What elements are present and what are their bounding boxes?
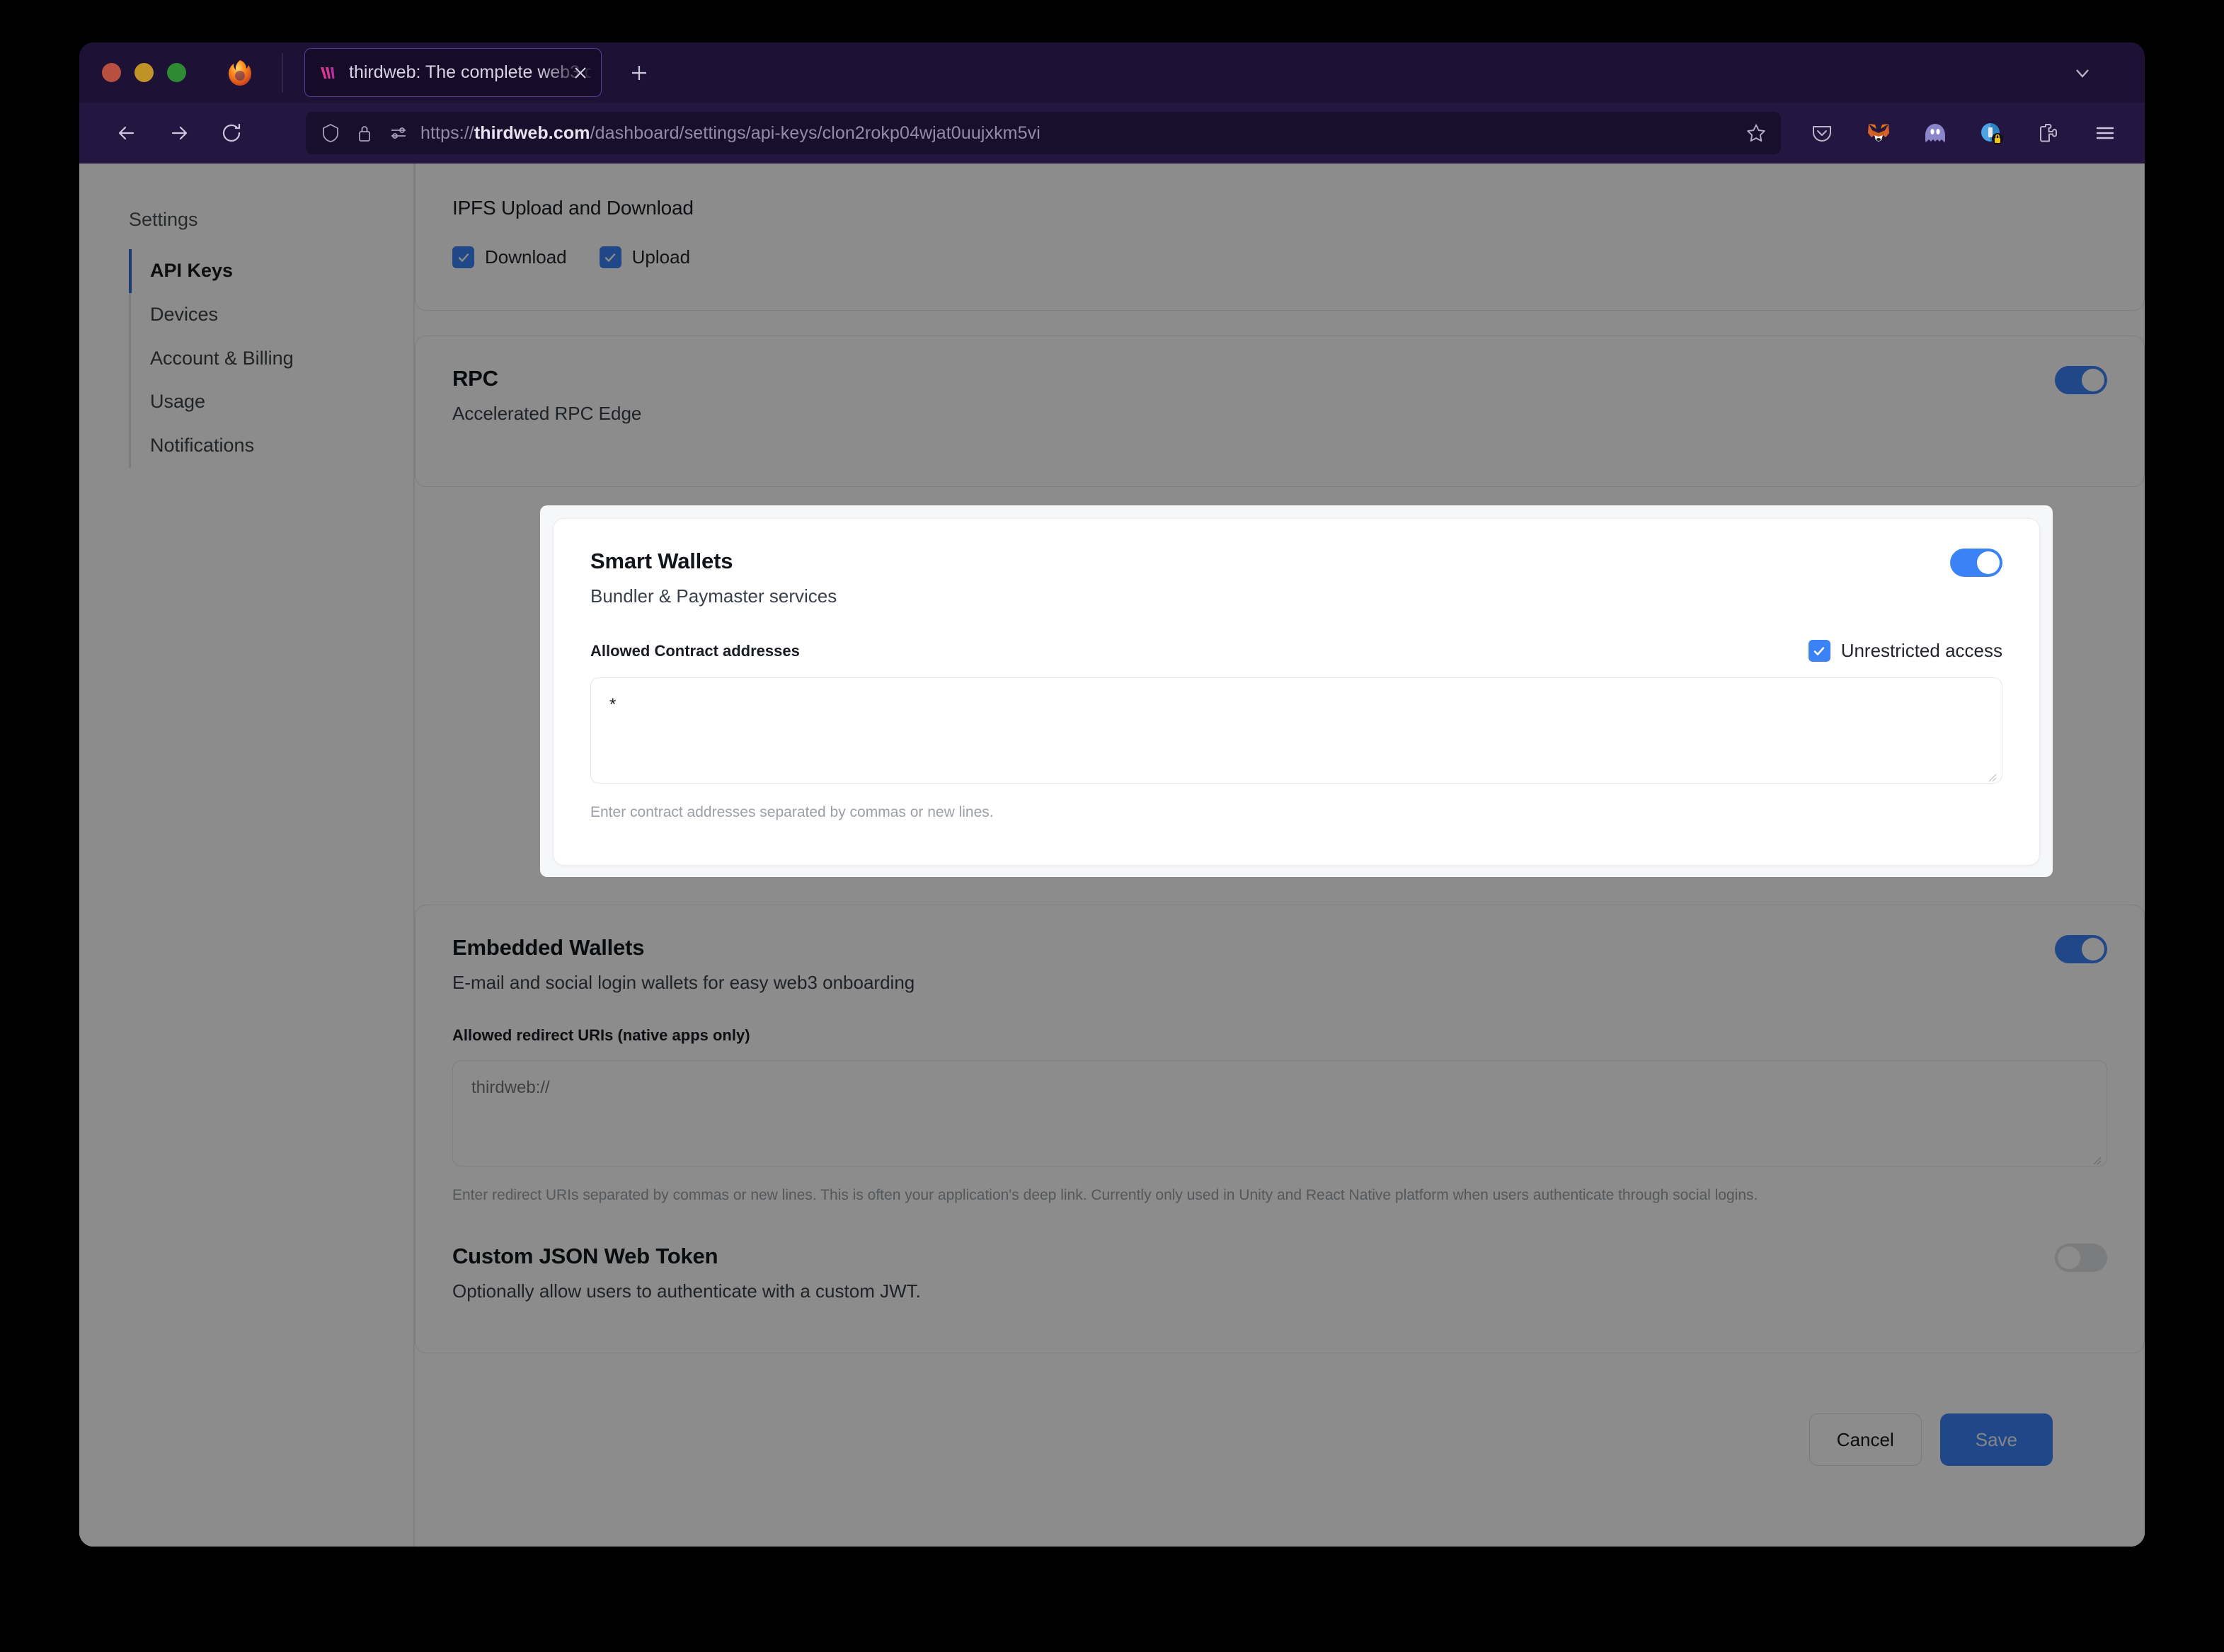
- toggle-knob: [2082, 938, 2104, 960]
- metamask-extension-icon[interactable]: [1863, 117, 1894, 149]
- toggle-knob: [1977, 551, 2000, 574]
- page-viewport: Settings API Keys Devices Account & Bill…: [79, 164, 2145, 1547]
- sidebar-item-label: Usage: [150, 391, 206, 413]
- browser-window: thirdweb: The complete web3 de https://t…: [79, 42, 2145, 1547]
- shield-icon[interactable]: [319, 121, 343, 145]
- custom-jwt-toggle[interactable]: [2055, 1243, 2107, 1272]
- redirect-uris-textarea[interactable]: [452, 1060, 2107, 1166]
- ipfs-upload-label: Upload: [631, 246, 691, 268]
- forward-arrow-icon[interactable]: [159, 113, 200, 154]
- browser-toolbar-icons: [1799, 117, 2125, 149]
- ipfs-upload-checkbox[interactable]: Upload: [599, 246, 691, 268]
- settings-sidebar: Settings API Keys Devices Account & Bill…: [79, 164, 413, 1547]
- checkbox-checked-icon: [599, 246, 621, 268]
- tab-title: thirdweb: The complete web3 de: [349, 62, 591, 82]
- tabstrip-divider: [282, 52, 283, 93]
- redirect-uris-help-text: Enter redirect URIs separated by commas …: [452, 1187, 1758, 1203]
- sidebar-item-notifications[interactable]: Notifications: [131, 424, 413, 468]
- privacy-badger-extension-icon[interactable]: [1976, 117, 2007, 149]
- address-bar[interactable]: https://thirdweb.com/dashboard/settings/…: [306, 112, 1781, 154]
- phantom-extension-icon[interactable]: [1920, 117, 1951, 149]
- allowed-contracts-label: Allowed Contract addresses: [590, 641, 800, 660]
- extensions-puzzle-icon[interactable]: [2033, 117, 2064, 149]
- sidebar-item-label: Devices: [150, 303, 219, 325]
- sidebar-item-api-keys[interactable]: API Keys: [129, 249, 413, 293]
- ipfs-card: IPFS Upload and Download Download Upload: [415, 164, 2145, 311]
- thirdweb-logo-icon: [319, 64, 338, 82]
- allowed-contracts-help-text: Enter contract addresses separated by co…: [590, 804, 994, 820]
- smart-wallets-card: Smart Wallets Bundler & Paymaster servic…: [553, 518, 2040, 866]
- cancel-button[interactable]: Cancel: [1809, 1413, 1922, 1466]
- star-icon[interactable]: [1743, 120, 1770, 147]
- reload-icon[interactable]: [211, 113, 252, 154]
- firefox-logo-icon: [225, 58, 255, 88]
- smart-wallets-title: Smart Wallets: [590, 549, 733, 573]
- unrestricted-access-checkbox[interactable]: Unrestricted access: [1808, 640, 2002, 662]
- checkbox-checked-icon: [1808, 640, 1830, 662]
- url-text: https://thirdweb.com/dashboard/settings/…: [420, 122, 1041, 143]
- embedded-wallets-toggle[interactable]: [2055, 935, 2107, 963]
- embedded-wallets-title: Embedded Wallets: [452, 935, 645, 960]
- minimize-window-button[interactable]: [134, 63, 154, 82]
- sidebar-item-account-billing[interactable]: Account & Billing: [131, 337, 413, 381]
- sidebar-nav-list: API Keys Devices Account & Billing Usage…: [129, 249, 413, 468]
- sidebar-item-label: API Keys: [150, 260, 234, 281]
- ipfs-checkbox-group: Download Upload: [452, 246, 2107, 268]
- toggle-knob: [2058, 1246, 2080, 1269]
- embedded-wallets-card: Embedded Wallets E-mail and social login…: [415, 905, 2145, 1353]
- toggle-knob: [2082, 369, 2104, 391]
- maximize-window-button[interactable]: [167, 63, 186, 82]
- ipfs-card-title: IPFS Upload and Download: [452, 197, 694, 219]
- rpc-card-title: RPC: [452, 366, 498, 391]
- sidebar-item-usage[interactable]: Usage: [131, 380, 413, 424]
- pocket-icon[interactable]: [1806, 117, 1838, 149]
- sidebar-heading: Settings: [129, 209, 198, 230]
- embedded-wallets-subtitle: E-mail and social login wallets for easy…: [452, 972, 915, 993]
- ipfs-download-label: Download: [485, 246, 567, 268]
- rpc-toggle[interactable]: [2055, 366, 2107, 394]
- close-window-button[interactable]: [102, 63, 121, 82]
- ipfs-download-checkbox[interactable]: Download: [452, 246, 567, 268]
- smart-wallets-spotlight: Smart Wallets Bundler & Paymaster servic…: [540, 505, 2053, 877]
- sidebar-item-label: Notifications: [150, 435, 255, 456]
- sidebar-item-label: Account & Billing: [150, 347, 294, 369]
- redirect-uris-label: Allowed redirect URIs (native apps only): [452, 1026, 750, 1044]
- custom-jwt-subtitle: Optionally allow users to authenticate w…: [452, 1280, 921, 1302]
- smart-wallets-subtitle: Bundler & Paymaster services: [590, 585, 837, 607]
- allowed-contracts-textarea[interactable]: [590, 677, 2002, 784]
- close-icon[interactable]: [568, 61, 592, 85]
- padlock-icon[interactable]: [352, 121, 377, 145]
- window-traffic-lights: [79, 63, 186, 82]
- tab-strip: thirdweb: The complete web3 de: [79, 42, 2145, 103]
- back-arrow-icon[interactable]: [106, 113, 147, 154]
- new-tab-button[interactable]: [623, 57, 655, 89]
- rpc-card: RPC Accelerated RPC Edge: [415, 335, 2145, 487]
- smart-wallets-toggle[interactable]: [1950, 549, 2002, 577]
- sidebar-item-devices[interactable]: Devices: [131, 293, 413, 337]
- save-button[interactable]: Save: [1939, 1413, 2053, 1466]
- navigation-toolbar: https://thirdweb.com/dashboard/settings/…: [79, 103, 2145, 164]
- rpc-card-subtitle: Accelerated RPC Edge: [452, 403, 642, 424]
- browser-tab[interactable]: thirdweb: The complete web3 de: [304, 48, 602, 97]
- unrestricted-access-label: Unrestricted access: [1840, 640, 2002, 661]
- form-actions: Cancel Save: [1809, 1413, 2053, 1466]
- list-all-tabs-button[interactable]: [2064, 55, 2101, 91]
- permissions-icon[interactable]: [386, 121, 411, 145]
- app-menu-hamburger-icon[interactable]: [2090, 117, 2121, 149]
- checkbox-checked-icon: [452, 246, 474, 268]
- custom-jwt-title: Custom JSON Web Token: [452, 1243, 718, 1268]
